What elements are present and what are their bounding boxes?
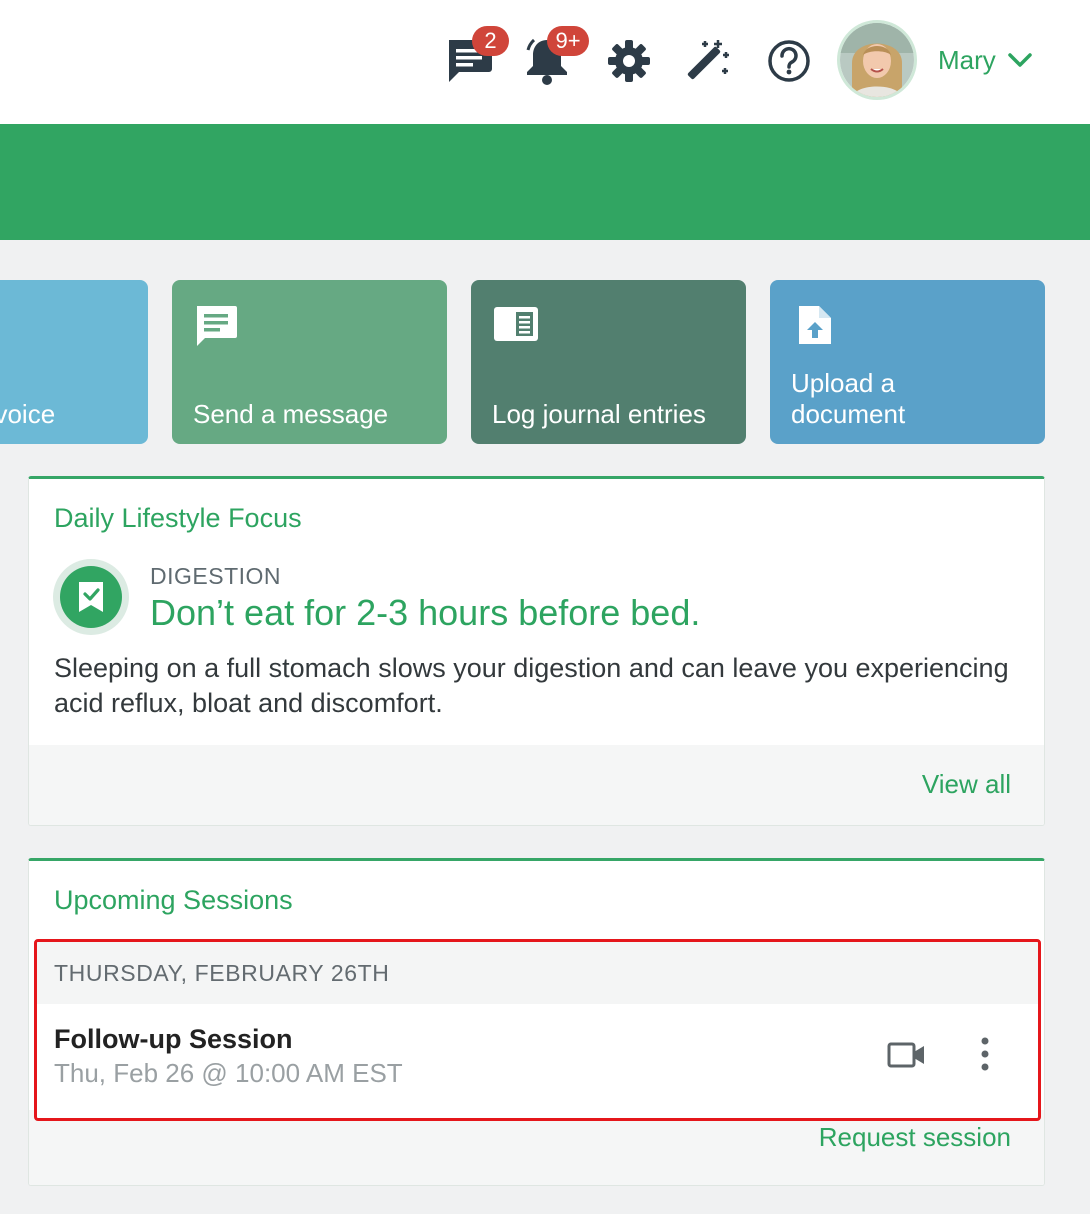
tile-label: nvoice xyxy=(0,399,56,429)
magic-wand-icon xyxy=(687,40,729,80)
upcoming-sessions-card: Upcoming Sessions Request session THURSD… xyxy=(28,858,1045,1186)
request-session-link[interactable]: Request session xyxy=(819,1122,1011,1153)
bookmark-check-icon xyxy=(79,582,103,612)
settings-button[interactable] xyxy=(606,38,652,84)
session-date-row: THURSDAY, FEBRUARY 26TH xyxy=(37,942,1038,1004)
log-journal-tile[interactable]: Log journal entries xyxy=(471,280,746,444)
tile-label: Log journal entries xyxy=(492,399,706,429)
focus-badge xyxy=(53,559,129,635)
session-options-button[interactable] xyxy=(977,1036,993,1077)
session-group: THURSDAY, FEBRUARY 26TH Follow-up Sessio… xyxy=(34,939,1041,1121)
session-name[interactable]: Follow-up Session xyxy=(54,1024,293,1055)
message-icon xyxy=(194,304,238,353)
video-camera-icon xyxy=(887,1042,924,1068)
daily-lifestyle-card: Daily Lifestyle Focus DIGESTION Don’t ea… xyxy=(28,476,1045,826)
top-header: 2 9+ Mary xyxy=(0,0,1090,124)
journal-icon xyxy=(493,306,539,347)
card-footer: View all xyxy=(29,745,1044,825)
user-name[interactable]: Mary xyxy=(938,45,996,76)
avatar[interactable] xyxy=(837,20,917,100)
upload-document-icon xyxy=(797,304,833,351)
chevron-down-icon xyxy=(1008,53,1032,67)
gear-icon xyxy=(608,40,650,82)
more-vertical-icon xyxy=(981,1037,989,1071)
messages-count-badge: 2 xyxy=(472,26,509,56)
view-all-link[interactable]: View all xyxy=(922,769,1011,800)
session-date-heading: THURSDAY, FEBRUARY 26TH xyxy=(54,960,390,986)
help-icon xyxy=(768,40,810,82)
card-title: Daily Lifestyle Focus xyxy=(54,503,302,533)
card-title: Upcoming Sessions xyxy=(54,885,293,915)
pay-invoice-tile[interactable]: nvoice xyxy=(0,280,148,444)
session-time: Thu, Feb 26 @ 10:00 AM EST xyxy=(54,1058,403,1088)
card-footer: Request session xyxy=(29,1110,1044,1185)
focus-description: Sleeping on a full stomach slows your di… xyxy=(54,653,1009,718)
user-photo-icon xyxy=(840,23,914,97)
send-message-tile[interactable]: Send a message xyxy=(172,280,447,444)
page-banner xyxy=(0,124,1090,240)
upload-document-tile[interactable]: Upload a document xyxy=(770,280,1045,444)
notifications-count-badge: 9+ xyxy=(547,26,589,56)
join-video-button[interactable] xyxy=(887,1041,927,1074)
help-button[interactable] xyxy=(766,38,812,84)
tile-label: Send a message xyxy=(193,399,389,429)
focus-headline: Don’t eat for 2-3 hours before bed. xyxy=(150,592,701,633)
focus-category: DIGESTION xyxy=(150,563,282,589)
tile-label: Upload a document xyxy=(791,368,906,429)
user-menu-toggle[interactable] xyxy=(1006,46,1034,79)
magic-wand-button[interactable] xyxy=(685,38,731,84)
